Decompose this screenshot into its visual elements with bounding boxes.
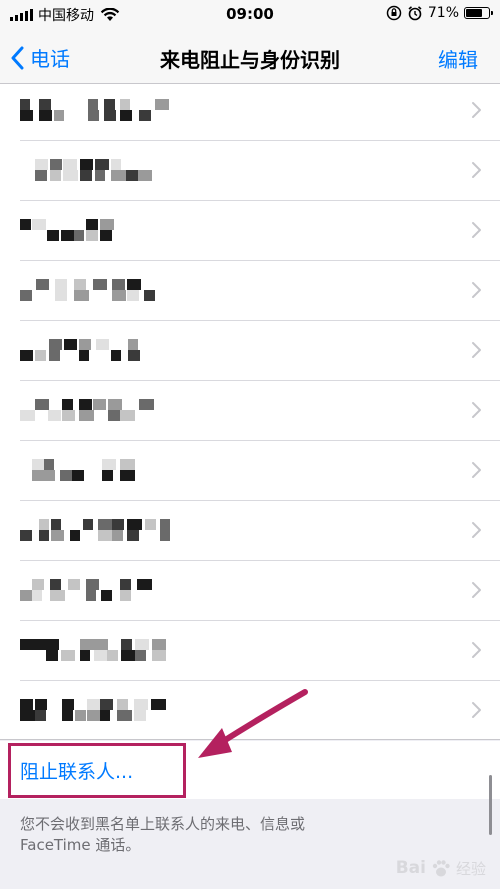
status-right: 71% — [386, 5, 493, 21]
chevron-right-icon — [472, 282, 481, 298]
scroll-indicator — [489, 775, 492, 835]
watermark-brand: Bai — [395, 858, 426, 878]
footer-description: 您不会收到黑名单上联系人的来电、信息或 FaceTime 通话。 — [20, 814, 460, 856]
battery-fill — [466, 9, 482, 17]
back-button-label: 电话 — [30, 47, 70, 71]
alarm-icon — [408, 6, 422, 21]
chevron-right-icon — [472, 582, 481, 598]
edit-button[interactable]: 编辑 — [438, 44, 478, 73]
footer-line-2: FaceTime 通话。 — [20, 836, 141, 854]
chevron-right-icon — [472, 642, 481, 658]
blocked-contact-row[interactable] — [0, 141, 500, 201]
chevron-right-icon — [472, 342, 481, 358]
status-bar: 中国移动 09:00 71% — [0, 0, 500, 30]
watermark: Bai 经验 — [396, 857, 486, 879]
chevron-right-icon — [472, 222, 481, 238]
chevron-right-icon — [472, 462, 481, 478]
watermark-suffix: 经验 — [455, 859, 486, 878]
blocked-contact-row[interactable] — [0, 261, 500, 321]
navigation-bar: 电话 来电阻止与身份识别 编辑 — [0, 30, 500, 84]
chevron-left-icon — [11, 46, 24, 69]
page-title: 来电阻止与身份识别 — [160, 48, 340, 72]
battery-icon — [464, 7, 493, 19]
battery-percent: 71% — [427, 5, 459, 21]
blocked-contact-row[interactable] — [0, 201, 500, 261]
blocked-contact-row[interactable] — [0, 441, 500, 501]
chevron-right-icon — [472, 402, 481, 418]
highlight-box — [8, 743, 186, 798]
chevron-right-icon — [472, 522, 481, 538]
footer-line-1: 您不会收到黑名单上联系人的来电、信息或 — [20, 815, 306, 833]
back-button[interactable]: 电话 — [10, 43, 70, 72]
chevron-right-icon — [472, 702, 481, 718]
blocked-contact-row[interactable] — [0, 381, 500, 441]
blocked-contact-row[interactable] — [0, 561, 500, 621]
blocked-contact-row[interactable] — [0, 681, 500, 741]
blocked-contact-row[interactable] — [0, 621, 500, 681]
blocked-contacts-list — [0, 84, 500, 740]
baidu-paw-icon — [432, 860, 450, 877]
blocked-contact-row[interactable] — [0, 81, 500, 141]
orientation-lock-icon — [386, 5, 402, 21]
blocked-contact-row[interactable] — [0, 321, 500, 381]
chevron-right-icon — [472, 162, 481, 178]
blocked-contact-row[interactable] — [0, 501, 500, 561]
chevron-right-icon — [472, 102, 481, 118]
